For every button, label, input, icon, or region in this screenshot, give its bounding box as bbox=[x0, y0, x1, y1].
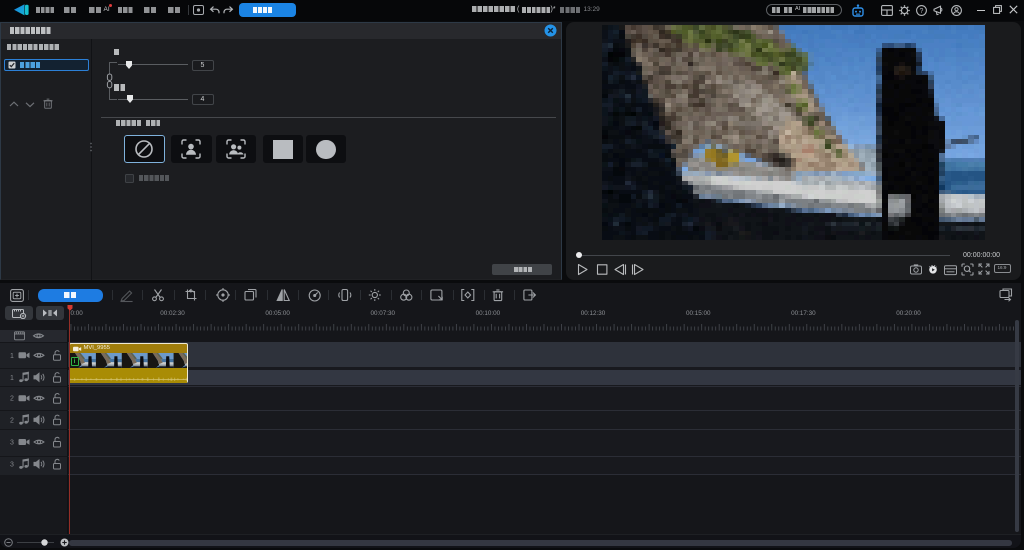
svg-text:1: 1 bbox=[10, 353, 14, 360]
svg-text:2: 2 bbox=[10, 417, 14, 424]
svg-text:2: 2 bbox=[10, 396, 14, 403]
svg-text:1: 1 bbox=[10, 375, 14, 382]
svg-text:3: 3 bbox=[10, 462, 14, 469]
svg-text:3: 3 bbox=[10, 440, 14, 447]
